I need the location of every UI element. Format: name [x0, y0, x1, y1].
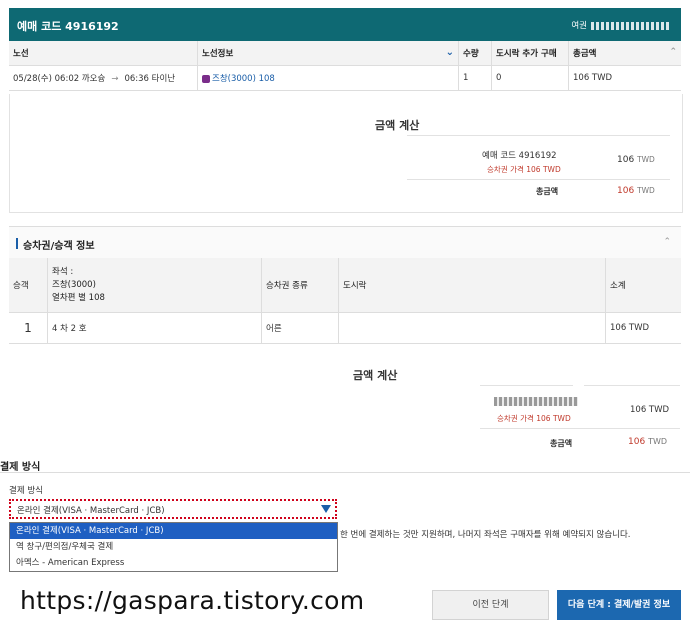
route-table: 노선 노선정보 ⌄ 수량 도시락 추가 구매 총금액 ⌃ 05/28(수) 06:0…	[9, 41, 681, 91]
payment-section-title: 결제 방식	[0, 458, 690, 473]
col-subtotal: 소계	[605, 258, 681, 313]
table-row: 05/28(수) 06:02 까오슝 → 06:36 타이난 즈창(3000) 10…	[9, 65, 681, 91]
payment-method-select[interactable]: 온라인 결제(VISA · MasterCard · JCB)	[9, 499, 337, 519]
blog-watermark: https://gaspara.tistory.com	[20, 586, 365, 615]
option-amex[interactable]: 아멕스 - American Express	[10, 555, 337, 571]
chevron-up-icon[interactable]: ⌃	[663, 237, 671, 247]
redacted-code	[494, 397, 578, 407]
arrow-right-icon: →	[111, 74, 119, 84]
divider	[584, 385, 680, 386]
lunch-cell: 0	[491, 65, 569, 91]
col-passenger: 승객	[9, 258, 48, 313]
total-amount: 106 TWD	[617, 186, 655, 196]
lunch-cell	[338, 312, 606, 344]
seat-cell: 4 차 2 호	[47, 312, 262, 344]
route-cell: 05/28(수) 06:02 까오슝 → 06:36 타이난	[9, 65, 198, 91]
qty-cell: 1	[458, 65, 492, 91]
divider	[407, 179, 670, 180]
divider	[480, 385, 573, 386]
passenger-table: 승객 좌석 : 즈창(3000) 열차편 별 108 승차권 종류 도시락 소계…	[9, 258, 681, 344]
total-label-2: 총금액	[550, 439, 573, 448]
total-label: 총금액	[536, 187, 559, 196]
col-lunch: 도시락 추가 구매	[491, 41, 569, 66]
col-route: 노선	[9, 41, 198, 66]
total-cell: 106 TWD	[568, 65, 681, 91]
calc2-amount: 106 TWD	[630, 405, 670, 415]
chevron-up-icon[interactable]: ⌃	[669, 47, 677, 57]
subtotal-cell: 106 TWD	[605, 312, 681, 344]
col-total[interactable]: 총금액 ⌃	[568, 41, 681, 66]
passenger-no: 1	[9, 312, 48, 344]
section-title: 승차권/승객 정보	[23, 241, 95, 252]
payment-options-list: 온라인 결제(VISA · MasterCard · JCB) 역 창구/편의점…	[9, 522, 338, 572]
train-info-cell[interactable]: 즈창(3000) 108	[197, 65, 459, 91]
calc-title-2: 금액 계산	[353, 369, 398, 382]
calc-code: 예매 코드 4916192	[482, 151, 557, 161]
dropdown-arrow-icon[interactable]	[321, 505, 331, 513]
next-step-button[interactable]: 다음 단계 : 결제/발권 정보	[557, 590, 681, 620]
ticket-type-cell: 어른	[261, 312, 339, 344]
option-counter[interactable]: 역 창구/편의점/우체국 결제	[10, 539, 337, 555]
train-link[interactable]: 즈창(3000) 108	[212, 74, 275, 84]
col-qty: 수량	[458, 41, 492, 66]
payment-note: 한 번에 결제하는 것만 지원하며, 나머지 좌석은 구매자를 위해 예약되지 …	[340, 530, 631, 540]
section-marker	[16, 238, 18, 249]
divider	[480, 428, 680, 429]
col-ticket-type: 승차권 종류	[261, 258, 339, 313]
divider	[407, 135, 670, 136]
passenger-table-header: 승객 좌석 : 즈창(3000) 열차편 별 108 승차권 종류 도시락 소계	[9, 258, 681, 313]
booking-code: 예매 코드 4916192	[17, 20, 119, 33]
passenger-section-header[interactable]: 승차권/승객 정보 ⌃	[9, 226, 681, 260]
col-route-info[interactable]: 노선정보 ⌄	[197, 41, 459, 66]
amount-calc-box	[9, 94, 683, 213]
info-icon	[202, 74, 210, 83]
redacted-text	[591, 21, 671, 30]
passport-info: 여권	[571, 19, 671, 31]
col-lunch: 도시락	[338, 258, 606, 313]
calc-amount: 106 TWD	[617, 155, 655, 165]
ticket-price-label: 승차권 가격 106 TWD	[487, 165, 561, 174]
calc-title: 금액 계산	[375, 119, 420, 132]
booking-header: 예매 코드 4916192 여권	[9, 8, 681, 41]
route-table-header: 노선 노선정보 ⌄ 수량 도시락 추가 구매 총금액 ⌃	[9, 41, 681, 66]
payment-field-label: 결제 방식	[9, 486, 43, 496]
total-amount-2: 106 TWD	[628, 437, 668, 447]
table-row: 1 4 차 2 호 어른 106 TWD	[9, 312, 681, 344]
col-seat: 좌석 : 즈창(3000) 열차편 별 108	[47, 258, 262, 313]
option-online[interactable]: 온라인 결제(VISA · MasterCard · JCB)	[10, 523, 337, 539]
chevron-down-icon[interactable]: ⌄	[446, 47, 454, 58]
prev-step-button[interactable]: 이전 단계	[432, 590, 549, 620]
ticket-price-label-2: 승차권 가격 106 TWD	[497, 414, 571, 423]
